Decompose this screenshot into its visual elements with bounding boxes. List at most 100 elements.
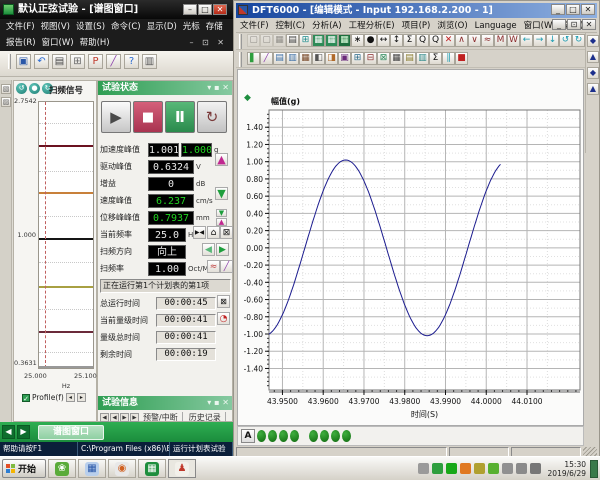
freq-lock-button[interactable]: ⊠ — [220, 226, 233, 239]
nav-arrow-button[interactable]: ▶ — [17, 425, 30, 439]
tray-icon[interactable] — [446, 463, 457, 474]
save-icon[interactable]: ▣ — [16, 54, 31, 69]
step-up-button[interactable]: ▲ — [216, 218, 227, 226]
legend-checkbox[interactable]: ✓ — [22, 394, 30, 402]
media-app-icon[interactable]: ◉ — [108, 459, 136, 478]
analysis-icon[interactable]: ⊞ — [351, 52, 364, 65]
pan-h-icon[interactable]: ↔ — [377, 34, 390, 47]
analysis-icon[interactable]: ▥ — [286, 52, 299, 65]
pause-button[interactable]: Ⅱ — [165, 101, 195, 133]
freq-hold-button[interactable]: ▶◀ — [193, 226, 206, 239]
close-button[interactable]: ✕ — [213, 4, 227, 15]
wave-icon[interactable]: W — [507, 34, 520, 47]
pdf-export-icon[interactable]: P — [88, 54, 103, 69]
maximize-button[interactable]: □ — [198, 4, 212, 15]
nav-arrow-button[interactable]: ◀ — [100, 413, 109, 422]
panel-header-icons[interactable]: ▾ ▪ ✕ — [207, 81, 229, 95]
timer-red-icon[interactable]: ◔ — [217, 312, 230, 325]
wave-icon[interactable]: ≈ — [481, 34, 494, 47]
save-icon[interactable]: ▦ — [273, 34, 286, 47]
nav-arrow-button[interactable]: ◀ — [110, 413, 119, 422]
toolbar-grip[interactable] — [239, 34, 242, 49]
menu-item[interactable]: 文件(F) — [240, 21, 269, 31]
pause-icon[interactable]: ∥ — [442, 52, 455, 65]
menu-item[interactable]: 窗口(W) — [524, 21, 556, 31]
mdi-restore-button[interactable]: ⊡ — [567, 19, 581, 30]
wave-icon[interactable]: ∧ — [455, 34, 468, 47]
tray-icon[interactable] — [474, 463, 485, 474]
window-titlebar[interactable]: DFT6000 - [编辑模式 - Input 192.168.2.200 - … — [236, 3, 597, 18]
marker-icon[interactable]: ◆ — [587, 35, 599, 47]
minimize-button[interactable]: _ — [551, 4, 565, 15]
menu-item[interactable]: 帮助(H) — [80, 38, 110, 48]
menu-item[interactable]: 命令(C) — [111, 22, 141, 32]
menu-item[interactable]: 光标 — [183, 22, 200, 32]
stop-button[interactable]: ■ — [133, 101, 163, 133]
undo-icon[interactable]: ↶ — [34, 54, 49, 69]
start-button[interactable]: ▶ — [101, 101, 131, 133]
analysis-icon[interactable]: ▦ — [390, 52, 403, 65]
close-button[interactable]: ✕ — [581, 4, 595, 15]
tray-icon[interactable] — [488, 463, 499, 474]
menu-item[interactable]: 存储 — [206, 22, 223, 32]
copy-icon[interactable]: ⊞ — [299, 34, 312, 47]
stop-icon[interactable]: ■ — [455, 52, 468, 65]
panel-header-icons[interactable]: ▾ ▪ ✕ — [207, 396, 229, 410]
wave-tool-button[interactable]: ≈ — [207, 260, 220, 273]
help-icon[interactable]: ? — [124, 54, 139, 69]
print-icon[interactable]: ▤ — [52, 54, 67, 69]
taskbar-clock[interactable]: 15:30 2019/6/29 — [548, 460, 586, 478]
tool-icon[interactable]: ▨ — [1, 97, 11, 107]
level-down-button[interactable]: ▼ — [215, 187, 228, 200]
menu-item[interactable]: 报告(R) — [6, 38, 36, 48]
sum-icon[interactable]: Σ — [403, 34, 416, 47]
print-icon[interactable]: ▤ — [286, 34, 299, 47]
analysis-icon[interactable]: ▤ — [273, 52, 286, 65]
menu-item[interactable]: 项目(P) — [402, 21, 431, 31]
sum-icon[interactable]: Σ — [429, 52, 442, 65]
table-icon[interactable]: ▦ — [312, 34, 325, 47]
legend-prev-button[interactable]: ◂ — [66, 393, 75, 402]
analysis-icon[interactable]: ◨ — [325, 52, 338, 65]
new-icon[interactable]: ▢ — [247, 34, 260, 47]
analysis-icon[interactable]: ▥ — [416, 52, 429, 65]
menu-item[interactable]: 显示(D) — [147, 22, 177, 32]
nav-down-icon[interactable]: ↓ — [546, 34, 559, 47]
tray-icon[interactable] — [460, 463, 471, 474]
dft-app-icon[interactable]: ▦ — [138, 459, 166, 478]
analysis-icon[interactable]: ◧ — [312, 52, 325, 65]
main-chart[interactable]: 43.950043.960043.970043.980043.990044.00… — [238, 70, 583, 425]
mdi-close-button[interactable]: ✕ — [582, 19, 596, 30]
toolbar-grip[interactable] — [239, 52, 242, 67]
level-up-button[interactable]: ▲ — [215, 153, 228, 166]
cursor-icon[interactable]: ∗ — [351, 34, 364, 47]
nav-left-icon[interactable]: ← — [520, 34, 533, 47]
nav-redo-icon[interactable]: ↻ — [572, 34, 585, 47]
wave-icon[interactable]: ∨ — [468, 34, 481, 47]
mdi-buttons[interactable]: – ⊡ ✕ — [190, 35, 228, 51]
marker-icon[interactable]: ◆ — [587, 67, 599, 79]
nav-right-icon[interactable]: → — [533, 34, 546, 47]
menu-item[interactable]: 窗口(W) — [42, 38, 74, 48]
marker-icon[interactable]: ▲ — [587, 83, 599, 95]
bracket-icon[interactable]: ▌ — [247, 52, 260, 65]
calculator-icon[interactable]: ▦ — [78, 459, 106, 478]
dock-icon[interactable]: ▧ — [1, 84, 11, 94]
menu-item[interactable]: 工程分析(E) — [349, 21, 395, 31]
maximize-button[interactable]: □ — [566, 4, 580, 15]
menu-item[interactable]: 分析(A) — [312, 21, 341, 31]
copy-icon[interactable]: ⊞ — [70, 54, 85, 69]
vcs-app-icon[interactable]: ♟ — [168, 459, 196, 478]
nav-arrow-button[interactable]: ◀ — [2, 425, 15, 439]
step-down-button[interactable]: ▼ — [216, 209, 227, 217]
menu-item[interactable]: 浏览(O) — [437, 21, 467, 31]
nav-arrow-button[interactable]: ▶ — [120, 413, 129, 422]
delete-icon[interactable]: ✕ — [442, 34, 455, 47]
hourglass-icon[interactable]: ⊠ — [217, 295, 230, 308]
analysis-icon[interactable]: ⊟ — [364, 52, 377, 65]
nav-undo-icon[interactable]: ↺ — [559, 34, 572, 47]
analysis-icon[interactable]: ▦ — [299, 52, 312, 65]
wave-icon[interactable]: M — [494, 34, 507, 47]
tab-spectrum-window[interactable]: 谱图窗口 — [38, 425, 104, 440]
pan-up-icon[interactable]: ↺ — [16, 83, 27, 94]
